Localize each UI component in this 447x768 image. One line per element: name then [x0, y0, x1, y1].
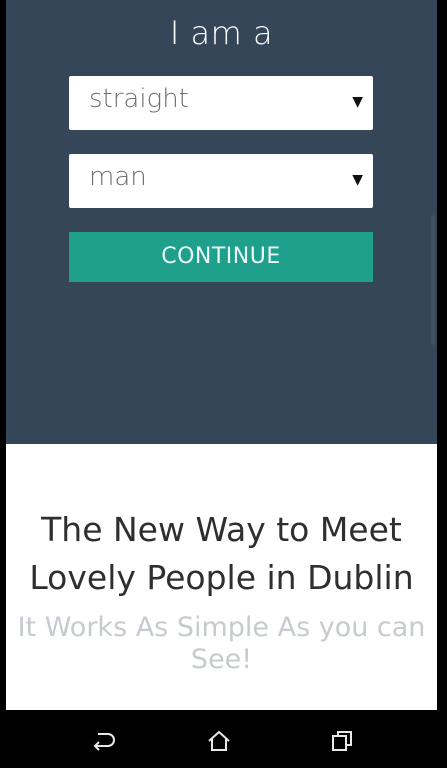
promo-title: The New Way to Meet Lovely People in Dub…: [29, 510, 414, 597]
continue-button[interactable]: CONTINUE: [69, 232, 373, 282]
scrollbar[interactable]: [431, 215, 435, 345]
gender-select[interactable]: man ▼: [69, 154, 373, 208]
promo-subtitle: It Works As Simple As you can See!: [17, 612, 426, 675]
form-heading: I am a: [169, 14, 274, 52]
back-button[interactable]: [88, 726, 118, 756]
signup-form-section: I am a straight ▼ man ▼ CONTINUE: [6, 0, 437, 444]
back-icon: [93, 733, 115, 751]
dropdown-arrow-icon: ▼: [352, 94, 363, 110]
android-navigation-bar: [0, 710, 447, 768]
recent-apps-button[interactable]: [327, 726, 357, 756]
home-icon: [208, 730, 230, 751]
gender-select-value: man: [89, 162, 147, 192]
home-button[interactable]: [204, 726, 234, 756]
orientation-select[interactable]: straight ▼: [69, 76, 373, 130]
recent-apps-icon: [332, 731, 352, 751]
orientation-select-value: straight: [89, 84, 189, 114]
dropdown-arrow-icon: ▼: [352, 172, 363, 188]
app-screen: I am a straight ▼ man ▼ CONTINUE The New…: [0, 0, 447, 710]
promo-section: The New Way to Meet Lovely People in Dub…: [6, 444, 437, 710]
